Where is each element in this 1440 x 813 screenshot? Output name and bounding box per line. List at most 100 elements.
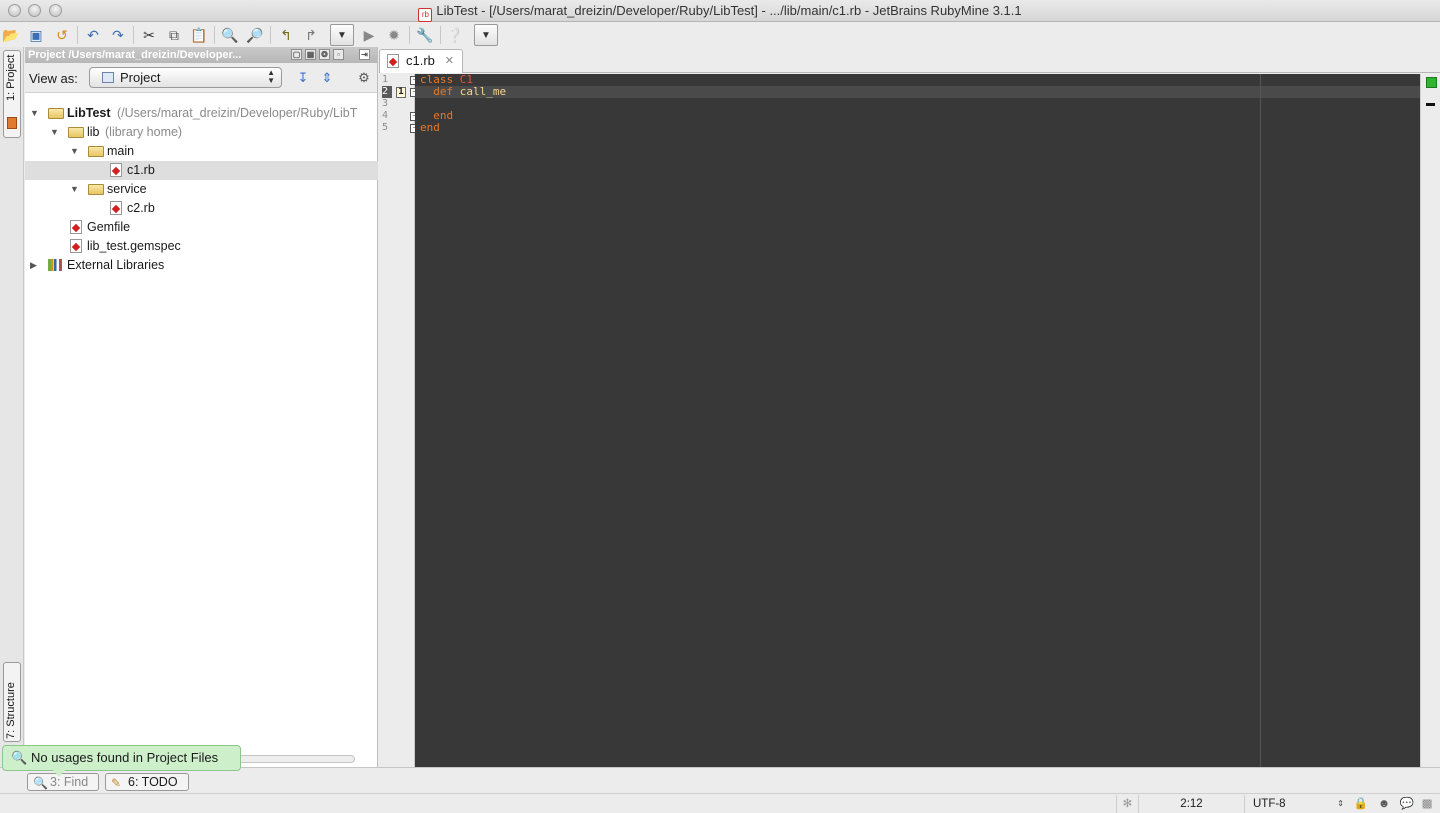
view-as-label: View as: [29, 71, 78, 86]
copy-icon[interactable]: ⧉ [164, 25, 184, 45]
minimize-window-button[interactable] [28, 4, 41, 17]
bookmark-icon[interactable]: 1 [396, 87, 406, 98]
tree-node-label: Gemfile [87, 220, 131, 234]
undo-icon[interactable]: ↶ [83, 25, 103, 45]
toolbar-separator [133, 26, 134, 44]
ruby-file-icon [110, 163, 122, 177]
tree-node-main[interactable]: ▼ main [25, 142, 378, 161]
error-stripe [1420, 74, 1440, 767]
sync-icon[interactable]: ↺ [52, 25, 72, 45]
analysis-ok-icon[interactable] [1426, 77, 1437, 88]
tool-tab-structure[interactable]: 7: Structure [3, 662, 21, 742]
encoding-select[interactable]: UTF-8 ⇕ [1244, 795, 1350, 813]
forward-icon[interactable]: ↱ [301, 25, 321, 45]
replace-icon[interactable]: 🔎 [245, 25, 265, 45]
tree-node-lib[interactable]: ▼ lib (library home) [25, 123, 378, 142]
tree-node-libtest[interactable]: ▼ LibTest (/Users/marat_dreizin/Develope… [25, 104, 378, 123]
tree-node-gemspec[interactable]: lib_test.gemspec [25, 237, 378, 256]
expanded-arrow-icon[interactable]: ▼ [30, 104, 40, 123]
lock-icon[interactable]: 🔒 [1352, 795, 1370, 813]
zoom-window-button[interactable] [49, 4, 62, 17]
background-tasks-icon[interactable]: ✻ [1116, 795, 1138, 813]
line-number: 4 [382, 110, 389, 121]
tree-node-service[interactable]: ▼ service [25, 180, 378, 199]
expanded-arrow-icon[interactable]: ▼ [70, 142, 80, 161]
run-icon[interactable]: ▶ [359, 25, 379, 45]
tree-node-label: LibTest [67, 106, 111, 120]
inspector-icon[interactable]: ☻ [1372, 795, 1396, 813]
title-bar: rb LibTest - [/Users/marat_dreizin/Develo… [0, 0, 1440, 22]
line-number-current: 2 [382, 86, 392, 98]
close-tab-icon[interactable]: ✕ [445, 50, 454, 72]
find-icon: 🔍 [33, 776, 48, 790]
encoding-value: UTF-8 [1253, 798, 1286, 810]
tree-node-label: main [107, 144, 135, 158]
expanded-arrow-icon[interactable]: ▼ [70, 180, 80, 199]
tree-node-label: lib [87, 125, 100, 139]
debug-icon[interactable]: ✹ [384, 25, 404, 45]
run-config-dropdown[interactable]: ▼ [330, 24, 354, 46]
right-margin-guide [1260, 74, 1261, 767]
view-as-bar: View as: Project ▲ ▼ ↧ ⇕ ⚙ [25, 63, 377, 93]
toolbar-separator [440, 26, 441, 44]
panel-collapse-icon[interactable]: ⇥ [359, 49, 370, 60]
tree-node-gemfile[interactable]: Gemfile [25, 218, 378, 237]
view-as-value: Project [120, 70, 161, 85]
horizontal-scrollbar[interactable] [225, 755, 355, 763]
editor-gutter[interactable]: 1 2 3 4 5 − − − − [379, 74, 419, 767]
select-arrows-icon: ⇕ [1337, 799, 1344, 808]
open-icon[interactable]: 📂 [1, 25, 21, 45]
collapse-all-icon[interactable]: ⇕ [319, 70, 335, 86]
more-dropdown[interactable]: ▼ [474, 24, 498, 46]
select-arrows-icon: ▲ ▼ [267, 68, 275, 85]
window-title: LibTest - [/Users/marat_dreizin/Develope… [436, 3, 1022, 18]
expanded-arrow-icon[interactable]: ▼ [50, 123, 60, 142]
paste-icon[interactable]: 📋 [189, 25, 209, 45]
code-editor[interactable]: class C1 def call_me end end [415, 74, 1420, 767]
panel-float-icon[interactable]: ▢ [291, 49, 302, 60]
line-number: 1 [382, 74, 389, 85]
tree-node-c1-rb[interactable]: c1.rb [25, 161, 378, 180]
toolbar-separator [270, 26, 271, 44]
editor-tab-bar: c1.rb ✕ [379, 47, 1440, 73]
toolbar-separator [77, 26, 78, 44]
main-toolbar: 📂 ▣ ↺ ↶ ↷ ✂ ⧉ 📋 🔍 🔎 ↰ ↱ ▼ ▶ ✹ 🔧 ❔ ▼ [0, 23, 1440, 47]
memory-indicator-icon[interactable]: ▩ [1418, 795, 1436, 813]
tool-tab-project[interactable]: 1: Project [3, 50, 21, 138]
tree-node-c2-rb[interactable]: c2.rb [25, 199, 378, 218]
help-icon[interactable]: ❔ [445, 25, 465, 45]
tool-tab-find-label: 3: Find [50, 775, 89, 789]
close-window-button[interactable] [8, 4, 21, 17]
todo-icon: ✎ [111, 776, 122, 790]
scroll-from-source-icon[interactable]: ↧ [295, 70, 311, 86]
caret-position[interactable]: 2:12 [1138, 795, 1244, 813]
project-view-icon [102, 72, 114, 83]
view-as-select[interactable]: Project ▲ ▼ [89, 67, 282, 88]
left-tool-stripe: 1: Project 7: Structure [0, 47, 24, 767]
settings-icon[interactable]: 🔧 [415, 25, 435, 45]
ruby-file-icon [387, 54, 399, 68]
event-log-icon[interactable]: 💬 [1398, 795, 1416, 813]
code-line-5: end [420, 121, 440, 134]
cut-icon[interactable]: ✂ [139, 25, 159, 45]
tree-node-label: c1.rb [127, 163, 155, 177]
current-line-highlight [415, 86, 1420, 98]
notification-balloon[interactable]: 🔍 No usages found in Project Files [2, 745, 241, 777]
tool-tab-todo[interactable]: ✎ 6: TODO [105, 773, 189, 791]
collapsed-arrow-icon[interactable]: ▶ [30, 256, 40, 275]
find-icon[interactable]: 🔍 [220, 25, 240, 45]
project-panel-title: Project /Users/marat_dreizin/Developer..… [28, 49, 242, 61]
error-marker-icon[interactable] [1426, 103, 1435, 106]
back-icon[interactable]: ↰ [276, 25, 296, 45]
folder-icon [88, 146, 104, 157]
redo-icon[interactable]: ↷ [108, 25, 128, 45]
editor-tab-c1-rb[interactable]: c1.rb ✕ [379, 49, 463, 73]
save-icon[interactable]: ▣ [26, 25, 46, 45]
tree-node-external-libraries[interactable]: ▶ External Libraries [25, 256, 378, 275]
tree-node-annotation: (library home) [105, 125, 183, 139]
panel-hide-icon[interactable]: ▫ [333, 49, 344, 60]
panel-pin-icon[interactable]: ❂ [319, 49, 330, 60]
panel-dock-icon[interactable]: ▦ [305, 49, 316, 60]
gear-icon[interactable]: ⚙ [356, 70, 372, 86]
tree-node-path: (/Users/marat_dreizin/Developer/Ruby/Lib… [117, 106, 358, 120]
